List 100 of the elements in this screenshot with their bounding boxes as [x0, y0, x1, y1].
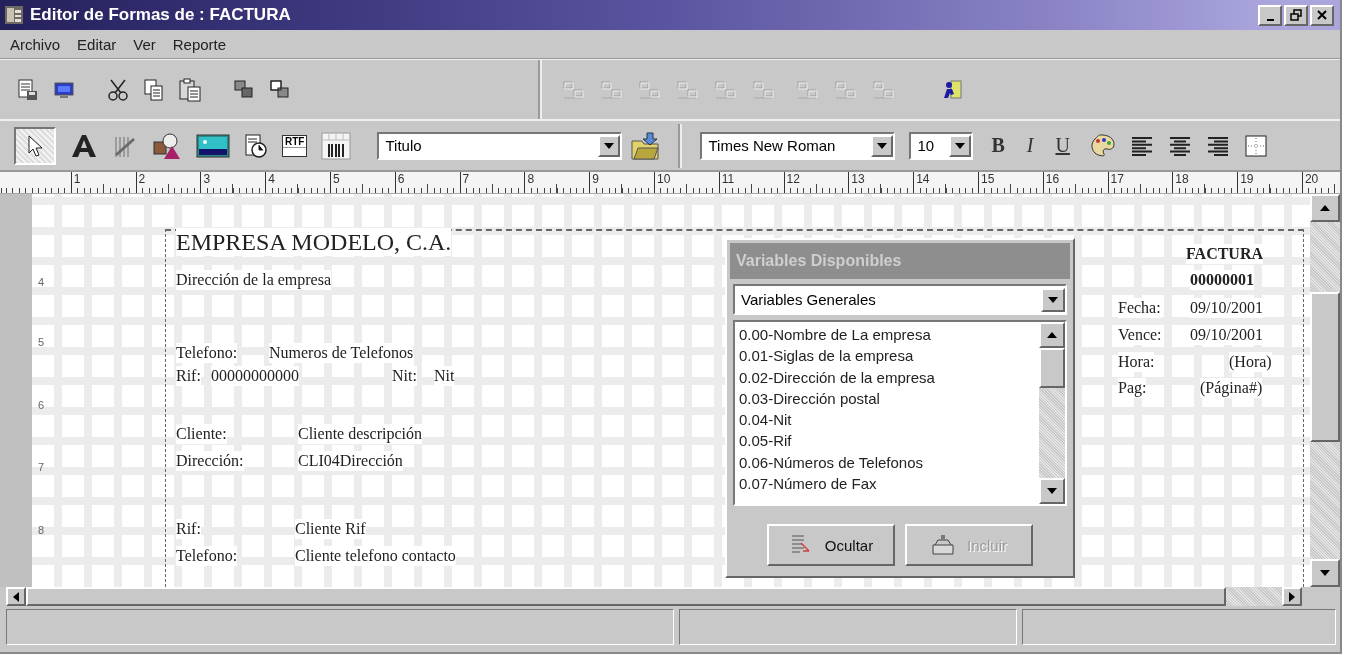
- form-field[interactable]: Nit:: [392, 366, 417, 386]
- list-item[interactable]: 0.07-Número de Fax: [739, 473, 1035, 495]
- list-item[interactable]: 0.05-Rif: [739, 430, 1035, 452]
- scroll-left-icon[interactable]: [13, 591, 19, 602]
- form-field[interactable]: Cliente descripción: [298, 424, 422, 444]
- form-field[interactable]: Cliente:: [176, 424, 227, 444]
- ruler-number: 16: [1045, 172, 1060, 186]
- list-item[interactable]: 0.06-Números de Telefonos: [739, 451, 1035, 474]
- form-field[interactable]: CLI04Dirección: [298, 451, 403, 471]
- format-button[interactable]: U: [1051, 134, 1074, 157]
- list-item[interactable]: 0.01-Siglas de la empresa: [739, 345, 1035, 367]
- folder-arrow-icon[interactable]: [630, 130, 661, 161]
- form-field[interactable]: 00000001: [1190, 270, 1254, 290]
- form-field[interactable]: EMPRESA MODELO, C.A.: [176, 228, 452, 256]
- ruler-number: 9: [592, 172, 599, 186]
- category-dropdown[interactable]: Variables Generales: [733, 284, 1067, 315]
- caret-icon: [604, 142, 615, 149]
- caret-icon: [877, 142, 888, 149]
- toolbox-icon: [931, 533, 955, 557]
- line-number: 4: [38, 276, 45, 288]
- rtf-tool-icon[interactable]: RTF: [282, 134, 308, 157]
- scissors-icon[interactable]: [106, 77, 130, 102]
- grid-icon[interactable]: [1243, 133, 1268, 158]
- size-dropdown[interactable]: 10: [909, 131, 974, 160]
- form-field[interactable]: Hora:: [1118, 352, 1155, 372]
- list-item[interactable]: 0.04-Nit: [739, 409, 1035, 431]
- menu-item[interactable]: Editar: [75, 34, 119, 54]
- ruler-number: 5: [333, 172, 340, 186]
- menu-item[interactable]: Reporte: [170, 34, 229, 54]
- scroll-thumb[interactable]: [1039, 348, 1065, 388]
- ruler-number: 4: [268, 172, 275, 186]
- ruler-number: 1: [73, 172, 81, 186]
- close-button[interactable]: [1310, 4, 1334, 26]
- menu-item[interactable]: Archivo: [8, 34, 63, 54]
- ruler-number: 2: [138, 172, 146, 186]
- style-dropdown[interactable]: Titulo: [377, 131, 623, 160]
- form-field[interactable]: Dirección de la empresa: [176, 270, 332, 290]
- list-item[interactable]: 0.00-Nombre de La empresa: [739, 324, 1035, 346]
- form-field[interactable]: Fecha:: [1118, 298, 1161, 318]
- scroll-down-icon[interactable]: [1047, 488, 1057, 494]
- line-number: 8: [38, 524, 45, 536]
- form-field[interactable]: 09/10/2001: [1190, 325, 1263, 345]
- form-field[interactable]: Pag:: [1118, 378, 1147, 398]
- clock-document-icon[interactable]: [244, 132, 268, 159]
- barcode-tool-icon[interactable]: [321, 131, 352, 160]
- window-title: Editor de Formas de : FACTURA: [30, 5, 292, 25]
- font-dropdown[interactable]: Times New Roman: [700, 131, 896, 160]
- horizontal-scrollbar[interactable]: [6, 587, 1302, 606]
- text-tool-icon[interactable]: [70, 132, 98, 159]
- scroll-right-icon[interactable]: [1289, 591, 1295, 602]
- form-field[interactable]: Rif:: [176, 519, 201, 539]
- line-number: 6: [38, 399, 45, 411]
- list-item[interactable]: 0.03-Dirección postal: [739, 387, 1035, 410]
- ruler-number: 7: [462, 172, 470, 186]
- app-icon: [4, 5, 24, 25]
- form-field[interactable]: Telefono:: [176, 546, 238, 566]
- form-field[interactable]: Dirección:: [176, 451, 244, 471]
- image-tool-icon[interactable]: [196, 132, 230, 159]
- form-field[interactable]: Telefono:: [176, 343, 238, 363]
- save-icon[interactable]: [16, 77, 40, 102]
- restore-icon: [1290, 9, 1302, 21]
- ruler-number: 14: [916, 172, 930, 186]
- pointer-tool-button[interactable]: [14, 126, 56, 165]
- line-number: 7: [38, 461, 45, 473]
- ruler-number: 6: [397, 172, 405, 186]
- ruler-number: 8: [527, 172, 535, 186]
- paste-icon[interactable]: [178, 77, 202, 102]
- copy-icon[interactable]: [142, 77, 166, 102]
- form-field[interactable]: (Página#): [1200, 378, 1263, 398]
- form-field[interactable]: Nit: [434, 366, 455, 386]
- scroll-up-icon[interactable]: [1320, 205, 1330, 211]
- minimize-button[interactable]: [1258, 4, 1282, 26]
- menu-item[interactable]: Ver: [131, 34, 158, 54]
- form-field[interactable]: Vence:: [1118, 325, 1162, 345]
- form-field[interactable]: Cliente Rif: [295, 519, 366, 539]
- list-item[interactable]: 0.02-Dirección de la empresa: [739, 366, 1035, 388]
- ruler-number: 15: [980, 172, 995, 186]
- form-field[interactable]: Numeros de Telefonos: [269, 343, 414, 363]
- form-field[interactable]: (Hora): [1229, 352, 1272, 372]
- ruler-number: 10: [656, 172, 671, 186]
- form-field[interactable]: Cliente telefono contacto: [295, 546, 456, 566]
- panel-button[interactable]: Ocultar: [767, 524, 895, 566]
- ruler-number: 11: [721, 172, 735, 186]
- shapes-tool-icon[interactable]: [152, 131, 182, 160]
- form-field[interactable]: 00000000000: [211, 366, 299, 386]
- scroll-up-icon[interactable]: [1047, 332, 1057, 338]
- restore-button[interactable]: [1284, 4, 1308, 26]
- list-scrollbar[interactable]: [1039, 322, 1065, 504]
- format-button[interactable]: I: [1022, 134, 1038, 157]
- format-button[interactable]: B: [987, 134, 1009, 157]
- scroll-down-icon[interactable]: [1320, 570, 1330, 576]
- ruler-number: 3: [203, 172, 211, 186]
- form-field[interactable]: FACTURA: [1186, 244, 1264, 264]
- caret-icon: [1048, 296, 1058, 303]
- minimize-icon: [1266, 18, 1274, 21]
- form-field[interactable]: 09/10/2001: [1190, 298, 1263, 318]
- form-field[interactable]: Rif:: [176, 366, 201, 386]
- vertical-scrollbar[interactable]: [1310, 194, 1340, 587]
- ruler-number: 19: [1240, 172, 1254, 186]
- close-icon: [1316, 9, 1328, 21]
